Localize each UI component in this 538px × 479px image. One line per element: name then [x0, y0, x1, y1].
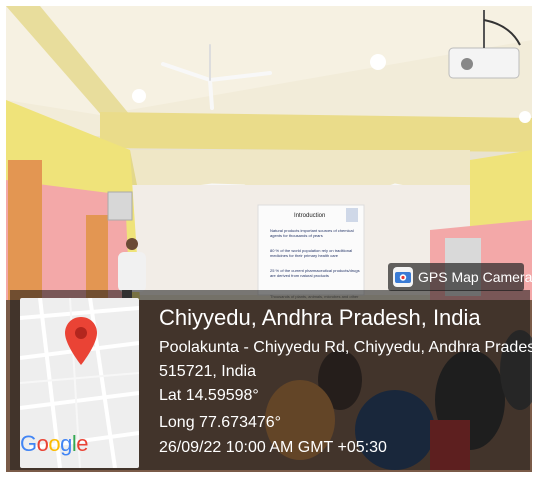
timestamp: 26/09/22 10:00 AM GMT +05:30 — [159, 439, 387, 456]
gps-app-name: GPS Map Camera — [418, 269, 532, 285]
map-pin-icon — [65, 317, 97, 365]
slide-bullet: 80 % of the world population rely on tra… — [270, 248, 353, 258]
slide-title: Introduction — [294, 213, 326, 219]
ceiling-light — [370, 54, 386, 70]
curtain — [86, 215, 108, 300]
ceiling-light — [519, 111, 531, 123]
place-name: Chiyyedu, Andhra Pradesh, India — [159, 305, 481, 330]
slide-bullet: 25 % of the current pharmaceutical produ… — [270, 268, 360, 278]
postal-code: 515721, India — [159, 363, 256, 380]
slide-bullet: Natural products important sources of ch… — [270, 228, 354, 238]
air-conditioner — [107, 191, 133, 221]
google-logo: Google — [20, 431, 89, 456]
latitude: Lat 14.59598° — [159, 387, 259, 404]
gps-map-camera-badge: GPS Map Camera — [388, 263, 532, 291]
longitude: Long 77.673476° — [159, 414, 282, 431]
road-address: Poolakunta - Chiyyedu Rd, Chiyyedu, Andh… — [159, 339, 538, 356]
photo-frame: Introduction Natural products important … — [0, 0, 538, 479]
ceiling-light — [132, 89, 146, 103]
gps-camera-icon — [393, 267, 413, 287]
